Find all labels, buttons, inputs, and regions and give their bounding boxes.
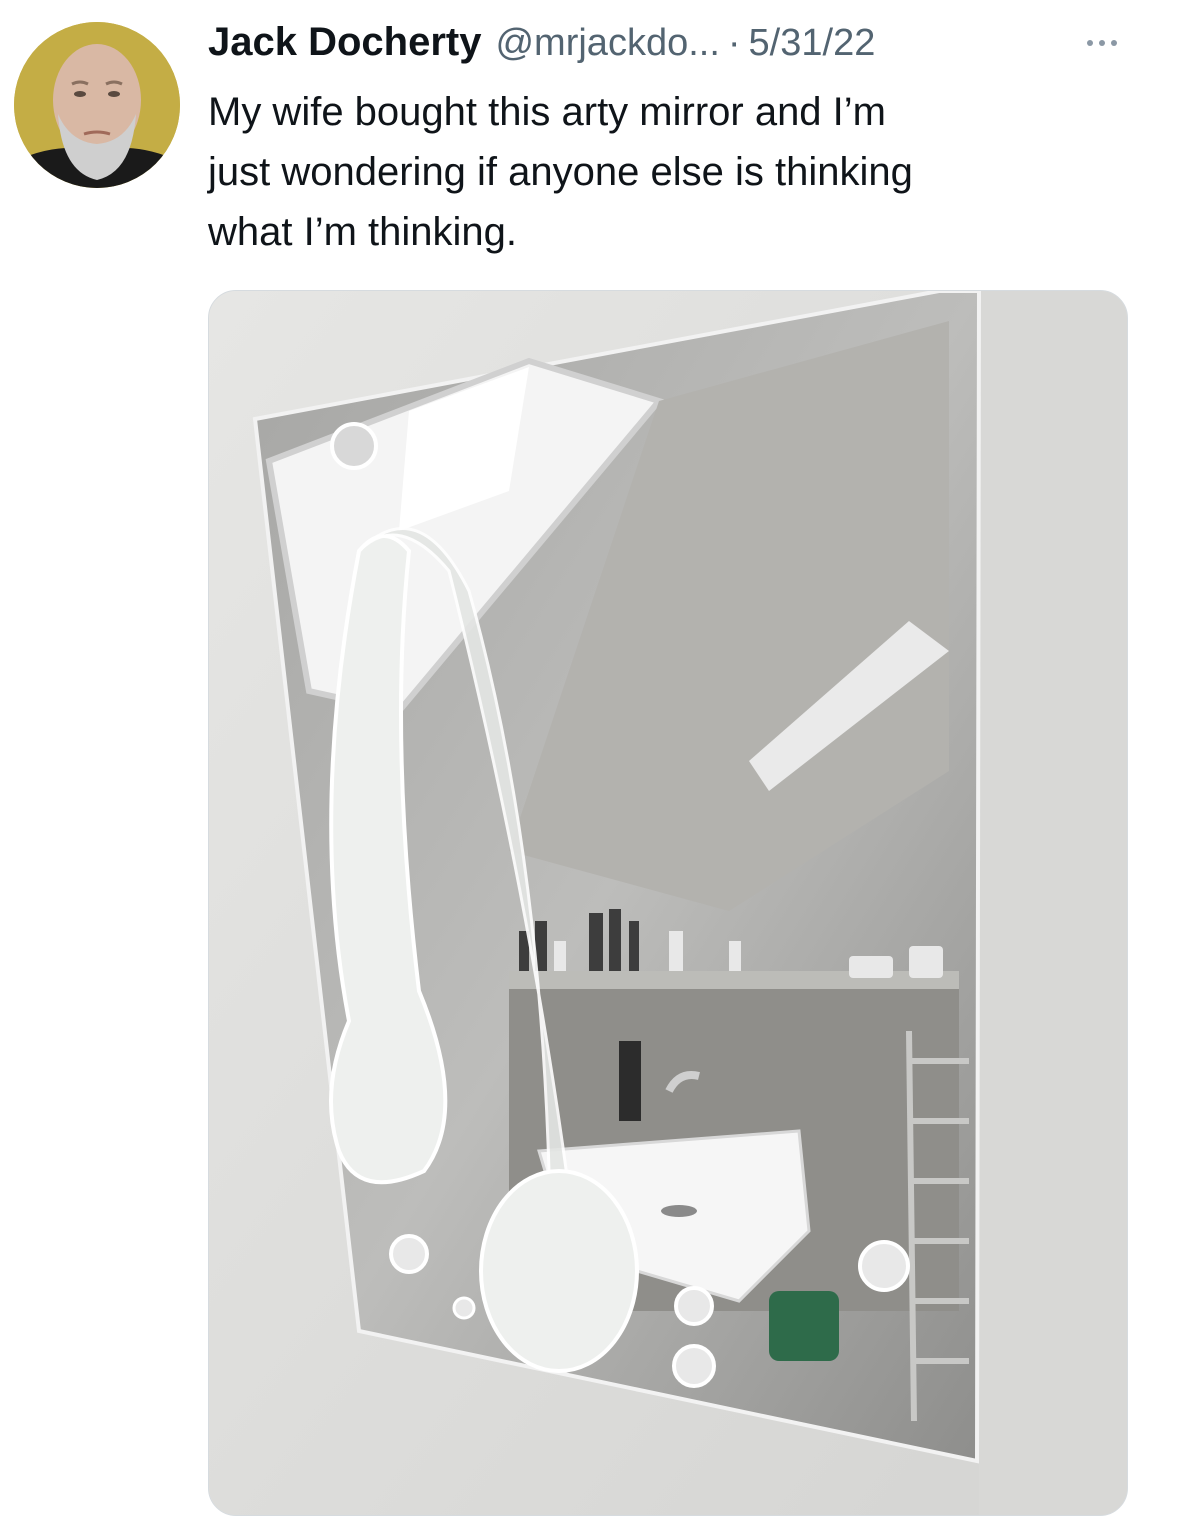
more-horizontal-icon[interactable] xyxy=(1074,28,1130,58)
tweet-text: My wife bought this arty mirror and I’m … xyxy=(208,82,1108,262)
tweet-text-line: what I’m thinking. xyxy=(208,210,518,254)
tweet-date[interactable]: 5/31/22 xyxy=(749,22,876,65)
author-handle[interactable]: @mrjackdo... xyxy=(495,22,719,65)
author-name[interactable]: Jack Docherty xyxy=(208,20,481,65)
tweet-text-line: just wondering if anyone else is thinkin… xyxy=(208,150,913,194)
header-separator: · xyxy=(727,22,741,64)
author-avatar[interactable] xyxy=(14,22,180,188)
tweet-photo[interactable] xyxy=(208,290,1128,1516)
tweet-header: Jack Docherty @mrjackdo... · 5/31/22 xyxy=(208,20,1130,76)
tweet-text-line: My wife bought this arty mirror and I’m xyxy=(208,90,886,134)
